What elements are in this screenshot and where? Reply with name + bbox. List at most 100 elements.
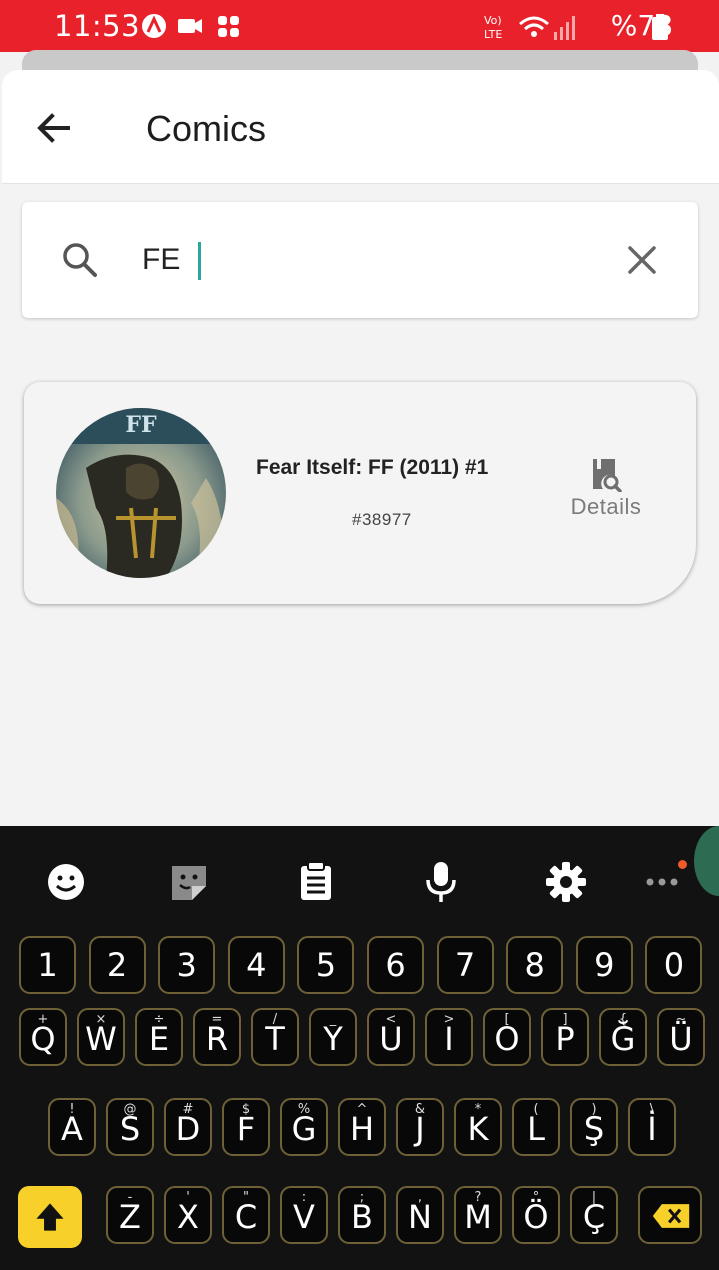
key-1[interactable]: 1 bbox=[19, 936, 76, 994]
key-a[interactable]: ! A bbox=[48, 1098, 96, 1156]
key-label: 3 bbox=[176, 946, 197, 984]
key-label: H bbox=[349, 1110, 375, 1148]
key-8[interactable]: 8 bbox=[506, 936, 564, 994]
key-j[interactable]: & J bbox=[396, 1098, 444, 1156]
keyboard-toolbar bbox=[0, 826, 719, 932]
key-label: K bbox=[467, 1110, 489, 1148]
key-label: T bbox=[265, 1020, 285, 1058]
key-label: F bbox=[236, 1110, 256, 1148]
key-ş[interactable]: ) Ş bbox=[570, 1098, 618, 1156]
book-search-icon bbox=[593, 459, 622, 492]
key-label: Z bbox=[119, 1198, 141, 1236]
key-f[interactable]: $ F bbox=[222, 1098, 270, 1156]
network-icons: Vo) LTE bbox=[484, 14, 575, 41]
key-label: 7 bbox=[454, 946, 476, 984]
key-label: J bbox=[415, 1110, 425, 1148]
emoji-icon[interactable] bbox=[44, 860, 88, 904]
key-label: C bbox=[234, 1198, 258, 1236]
key-label: V bbox=[293, 1198, 315, 1236]
search-input[interactable] bbox=[142, 238, 602, 282]
sticker-icon[interactable] bbox=[168, 860, 212, 904]
key-2[interactable]: 2 bbox=[88, 936, 146, 994]
key-e[interactable]: ÷ E bbox=[135, 1008, 183, 1066]
key-t[interactable]: / T bbox=[251, 1008, 299, 1066]
key-ğ[interactable]: {Ğ bbox=[599, 1008, 647, 1066]
key-b[interactable]: ; B bbox=[338, 1186, 386, 1244]
key-3[interactable]: 3 bbox=[158, 936, 216, 994]
backspace-key[interactable] bbox=[638, 1186, 702, 1244]
battery-icon bbox=[652, 14, 668, 40]
text-cursor bbox=[198, 242, 201, 280]
key-i̇[interactable]: \ İ bbox=[628, 1098, 676, 1156]
key-o[interactable]: [O bbox=[483, 1008, 531, 1066]
key-m[interactable]: ? M bbox=[454, 1186, 502, 1244]
key-k[interactable]: * K bbox=[454, 1098, 502, 1156]
key-label: İ bbox=[647, 1110, 657, 1148]
clipboard-icon[interactable] bbox=[294, 860, 338, 904]
shift-arrow-icon bbox=[36, 1203, 64, 1231]
settings-icon[interactable] bbox=[544, 860, 588, 904]
key-p[interactable]: ] P bbox=[541, 1008, 589, 1066]
key-label: S bbox=[119, 1110, 141, 1148]
details-label: Details bbox=[570, 494, 642, 519]
key-label: P bbox=[555, 1020, 575, 1058]
key-label: I bbox=[444, 1020, 454, 1058]
key-label: X bbox=[177, 1198, 199, 1236]
key-ç[interactable]: | Ç bbox=[570, 1186, 618, 1244]
key-6[interactable]: 6 bbox=[367, 936, 424, 994]
key-l[interactable]: (L bbox=[512, 1098, 560, 1156]
key-x[interactable]: ' X bbox=[164, 1186, 212, 1244]
key-c[interactable]: " C bbox=[222, 1186, 270, 1244]
key-r[interactable]: = R bbox=[193, 1008, 241, 1066]
key-label: Ş bbox=[583, 1110, 605, 1148]
key-label: 1 bbox=[37, 946, 58, 984]
key-d[interactable]: # D bbox=[164, 1098, 212, 1156]
key-q[interactable]: + Q bbox=[19, 1008, 67, 1066]
key-label: Y bbox=[323, 1020, 343, 1058]
key-label: A bbox=[61, 1110, 83, 1148]
microphone-icon[interactable] bbox=[419, 860, 463, 904]
page-title: Comics bbox=[146, 108, 267, 149]
key-label: 8 bbox=[524, 946, 545, 984]
key-h[interactable]: ^ H bbox=[338, 1098, 386, 1156]
app-bar: Comics bbox=[2, 70, 719, 184]
search-bar bbox=[22, 202, 698, 318]
key-y[interactable]: _ Y bbox=[309, 1008, 357, 1066]
key-label: R bbox=[205, 1020, 229, 1058]
screen: 11:53 Vo) LTE %78 Comics FE FF Fear Itse… bbox=[0, 0, 719, 1270]
key-label: D bbox=[175, 1110, 201, 1148]
arrow-left-icon[interactable] bbox=[32, 106, 76, 150]
status-time: 11:53 bbox=[54, 9, 141, 43]
key-label: U bbox=[379, 1020, 403, 1058]
key-i[interactable]: > I bbox=[425, 1008, 473, 1066]
key-label: Ç bbox=[582, 1198, 606, 1236]
key-label: Ğ bbox=[610, 1020, 636, 1058]
key-0[interactable]: 0 bbox=[645, 936, 703, 994]
key-w[interactable]: × W bbox=[77, 1008, 125, 1066]
search-icon bbox=[63, 243, 97, 277]
key-7[interactable]: 7 bbox=[436, 936, 494, 994]
details-button[interactable]: Details bbox=[564, 456, 648, 526]
key-s[interactable]: @ S bbox=[106, 1098, 154, 1156]
key-z[interactable]: -Z bbox=[106, 1186, 154, 1244]
key-label: O bbox=[494, 1020, 520, 1058]
key-5[interactable]: 5 bbox=[297, 936, 355, 994]
key-v[interactable]: :V bbox=[280, 1186, 328, 1244]
comic-result-card[interactable]: FF Fear Itself: FF (2011) #1 #38977 Deta… bbox=[24, 382, 696, 604]
comics-sheet: Comics FE FF Fear Itself: FF (2011) #1 #… bbox=[2, 70, 719, 830]
comic-cover-thumbnail: FF bbox=[56, 408, 226, 578]
close-icon[interactable] bbox=[622, 240, 662, 280]
key-ü[interactable]: ~ Ü bbox=[657, 1008, 705, 1066]
key-u[interactable]: < U bbox=[367, 1008, 415, 1066]
status-bar: 11:53 Vo) LTE %78 bbox=[0, 0, 719, 52]
key-9[interactable]: 9 bbox=[575, 936, 633, 994]
key-n[interactable]: ,N bbox=[396, 1186, 444, 1244]
key-4[interactable]: 4 bbox=[227, 936, 285, 994]
shift-key[interactable] bbox=[18, 1186, 82, 1248]
key-ö[interactable]: ° Ö bbox=[512, 1186, 560, 1244]
key-g[interactable]: % G bbox=[280, 1098, 328, 1156]
svg-text:Vo): Vo) bbox=[484, 14, 502, 27]
key-label: Q bbox=[30, 1020, 56, 1058]
more-icon[interactable] bbox=[640, 860, 684, 904]
key-label: B bbox=[351, 1198, 373, 1236]
